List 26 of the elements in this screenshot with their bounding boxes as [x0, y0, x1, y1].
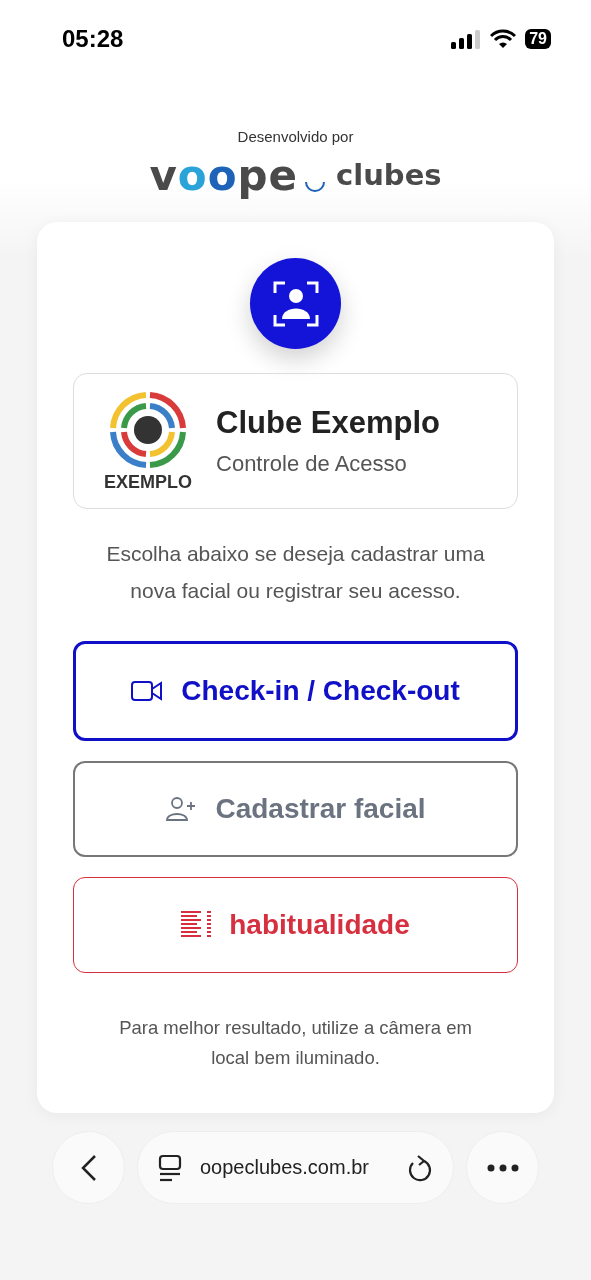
page-menu-icon	[158, 1153, 182, 1182]
developer-caption: Desenvolvido por	[237, 128, 354, 145]
signal-icon	[451, 29, 482, 49]
action-button[interactable]: Cadastrar facial	[73, 761, 518, 857]
list-icon	[181, 910, 212, 940]
battery-level: 79	[525, 29, 551, 49]
club-logo-text: EXEMPLO	[104, 471, 192, 493]
face-scan-icon	[272, 280, 319, 327]
club-subtitle: Controle de Acesso	[216, 451, 408, 477]
smile-arc-icon	[304, 180, 327, 192]
instructions-text: Escolha abaixo se deseja cadastrar uma nova facial ou registrar seu acesso.	[105, 541, 486, 604]
action-button[interactable]: habitualidade	[73, 877, 518, 973]
status-time: 05:28	[62, 25, 124, 53]
tip-text: Para melhor resultado, utilize a câmera em local bem iluminado.	[118, 1016, 473, 1070]
add-user-icon	[165, 796, 198, 822]
target-logo-icon	[108, 389, 188, 470]
company-logo-suffix: clubes	[336, 158, 442, 192]
video-camera-icon	[131, 680, 164, 702]
url-text: oopeclubes.com.br	[200, 1156, 370, 1179]
company-logo: voope	[149, 151, 299, 200]
reload-icon[interactable]	[407, 1153, 433, 1182]
action-button[interactable]: Check-in / Check-out	[73, 641, 518, 741]
wifi-icon	[490, 29, 517, 49]
address-bar[interactable]: oopeclubes.com.br	[137, 1131, 454, 1204]
club-name: Clube Exemplo	[216, 405, 440, 441]
more-icon	[486, 1163, 519, 1172]
